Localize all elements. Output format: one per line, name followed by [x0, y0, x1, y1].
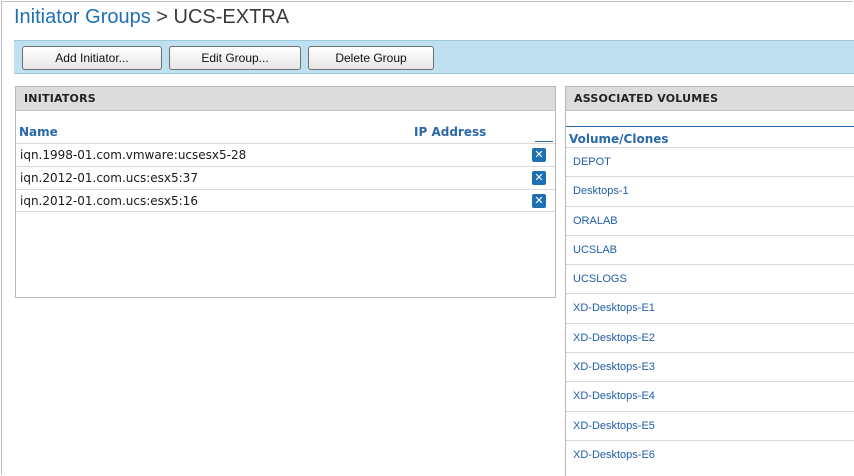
volume-link[interactable]: XD-Desktops-E1 — [573, 302, 655, 314]
initiator-name: iqn.2012-01.com.ucs:esx5:16 — [20, 194, 198, 208]
delete-group-button[interactable]: Delete Group — [308, 46, 434, 70]
list-item[interactable]: XD-Desktops-E2 — [566, 322, 854, 352]
table-row[interactable]: iqn.2012-01.com.ucs:esx5:16 ✕ — [16, 189, 555, 212]
column-header-underline — [535, 141, 553, 142]
initiators-panel-title: INITIATORS — [16, 87, 555, 111]
list-item[interactable]: XD-Desktops-E6 — [566, 439, 854, 469]
volume-link[interactable]: UCSLAB — [573, 244, 617, 256]
ip-address-column-header[interactable]: IP Address — [414, 125, 486, 139]
remove-icon[interactable]: ✕ — [532, 171, 546, 185]
volume-link[interactable]: XD-Desktops-E6 — [573, 449, 655, 461]
initiators-panel: INITIATORS Name IP Address iqn.1998-01.c… — [15, 86, 556, 298]
list-item[interactable]: Desktops-1 — [566, 176, 854, 205]
volume-link[interactable]: XD-Desktops-E5 — [573, 420, 655, 432]
volumes-list: DEPOT Desktops-1 ORALAB UCSLAB UCSLOGS X… — [566, 147, 854, 469]
remove-icon[interactable]: ✕ — [532, 194, 546, 208]
toolbar: Add Initiator... Edit Group... Delete Gr… — [14, 40, 854, 74]
list-item[interactable]: ORALAB — [566, 205, 854, 235]
breadcrumb: Initiator Groups > UCS-EXTRA — [14, 6, 289, 29]
volume-link[interactable]: UCSLOGS — [573, 273, 627, 285]
list-item[interactable]: UCSLOGS — [566, 264, 854, 293]
breadcrumb-separator: > — [150, 6, 174, 28]
column-header-underline — [566, 126, 854, 127]
name-column-header[interactable]: Name — [19, 125, 58, 139]
associated-volumes-title: ASSOCIATED VOLUMES — [566, 87, 854, 111]
initiators-list: iqn.1998-01.com.vmware:ucsesx5-28 ✕ iqn.… — [16, 143, 555, 212]
remove-icon[interactable]: ✕ — [532, 148, 546, 162]
volume-link[interactable]: ORALAB — [573, 215, 618, 227]
list-item[interactable]: XD-Desktops-E3 — [566, 352, 854, 381]
edit-group-button[interactable]: Edit Group... — [169, 46, 301, 70]
list-item[interactable]: UCSLAB — [566, 234, 854, 264]
list-item[interactable]: XD-Desktops-E4 — [566, 381, 854, 410]
volume-link[interactable]: XD-Desktops-E4 — [573, 390, 655, 402]
breadcrumb-parent-link[interactable]: Initiator Groups — [14, 6, 151, 28]
initiator-name: iqn.2012-01.com.ucs:esx5:37 — [20, 171, 198, 185]
table-row[interactable]: iqn.2012-01.com.ucs:esx5:37 ✕ — [16, 166, 555, 189]
list-item[interactable]: XD-Desktops-E5 — [566, 410, 854, 440]
volume-link[interactable]: DEPOT — [573, 156, 611, 168]
breadcrumb-current: UCS-EXTRA — [173, 6, 290, 28]
add-initiator-button[interactable]: Add Initiator... — [22, 46, 162, 70]
volume-clones-column-header[interactable]: Volume/Clones — [569, 132, 669, 146]
volume-link[interactable]: XD-Desktops-E3 — [573, 361, 655, 373]
list-item[interactable]: XD-Desktops-E1 — [566, 293, 854, 322]
associated-volumes-panel: ASSOCIATED VOLUMES Volume/Clones DEPOT D… — [565, 86, 854, 476]
table-row[interactable]: iqn.1998-01.com.vmware:ucsesx5-28 ✕ — [16, 143, 555, 166]
list-item[interactable]: DEPOT — [566, 147, 854, 176]
volume-link[interactable]: XD-Desktops-E2 — [573, 332, 655, 344]
volume-link[interactable]: Desktops-1 — [573, 185, 629, 197]
initiator-name: iqn.1998-01.com.vmware:ucsesx5-28 — [20, 148, 247, 162]
